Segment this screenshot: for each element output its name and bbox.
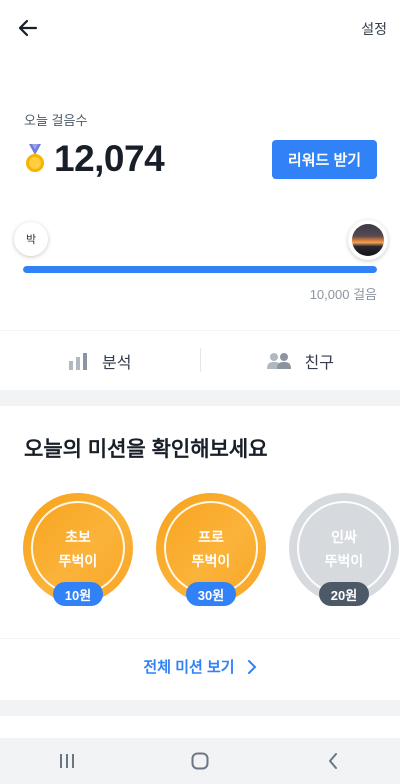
people-icon <box>266 352 291 369</box>
mission-insider-walker[interactable]: 인싸 뚜벅이 20원 <box>289 493 399 613</box>
steps-label: 오늘 걸음수 <box>24 113 88 128</box>
chevron-left-icon <box>329 753 338 769</box>
system-nav-bar <box>0 738 400 784</box>
bar-chart-icon <box>69 352 88 370</box>
tab-friends-label: 친구 <box>304 354 334 372</box>
tab-friends[interactable]: 친구 <box>201 331 400 390</box>
mission-subtitle: 뚜벅이 <box>324 553 364 569</box>
mission-beginner-walker[interactable]: 초보 뚜벅이 10원 <box>23 493 133 613</box>
mission-reward-badge: 20원 <box>319 582 369 606</box>
settings-button[interactable]: 설정 <box>361 19 387 39</box>
mission-title: 초보 <box>65 529 91 545</box>
reward-button[interactable]: 리워드 받기 <box>272 140 377 179</box>
medal-icon <box>26 144 44 172</box>
back-button[interactable] <box>14 14 42 42</box>
view-all-missions-label: 전체 미션 보기 <box>143 659 235 676</box>
system-back-button[interactable] <box>313 741 353 781</box>
start-marker: 박 <box>14 222 48 262</box>
mission-subtitle: 뚜벅이 <box>58 553 98 569</box>
step-progress-fill <box>23 266 377 273</box>
steps-count: 12,074 <box>54 138 165 179</box>
recent-apps-icon <box>59 754 74 768</box>
tab-analysis-label: 분석 <box>102 354 132 372</box>
avatar <box>352 224 384 256</box>
goal-marker <box>348 220 388 266</box>
home-button[interactable] <box>180 741 220 781</box>
chevron-right-icon <box>247 659 256 674</box>
missions-section: 오늘의 미션을 확인해보세요 초보 뚜벅이 10원 프로 뚜벅이 30원 인싸 … <box>0 406 400 700</box>
start-marker-label: 박 <box>14 222 48 256</box>
divider <box>0 638 400 639</box>
home-icon <box>191 752 209 770</box>
arrow-left-icon <box>18 19 38 37</box>
step-progress-bar <box>23 266 377 273</box>
tab-bar: 분석 친구 <box>0 331 400 390</box>
view-all-missions-link[interactable]: 전체 미션 보기 <box>0 656 400 677</box>
mission-subtitle: 뚜벅이 <box>191 553 231 569</box>
next-section-edge <box>0 716 400 738</box>
mission-title: 인싸 <box>331 529 357 545</box>
mission-reward-badge: 30원 <box>186 582 236 606</box>
mission-reward-badge: 10원 <box>53 582 103 606</box>
tab-analysis[interactable]: 분석 <box>0 331 200 390</box>
recent-apps-button[interactable] <box>47 741 87 781</box>
mission-pro-walker[interactable]: 프로 뚜벅이 30원 <box>156 493 266 613</box>
goal-label: 10,000 걸음 <box>309 287 377 302</box>
mission-title: 프로 <box>198 529 224 545</box>
steps-panel: 설정 오늘 걸음수 12,074 리워드 받기 박 10,000 걸음 분석 친… <box>0 0 400 390</box>
missions-title: 오늘의 미션을 확인해보세요 <box>24 438 268 461</box>
